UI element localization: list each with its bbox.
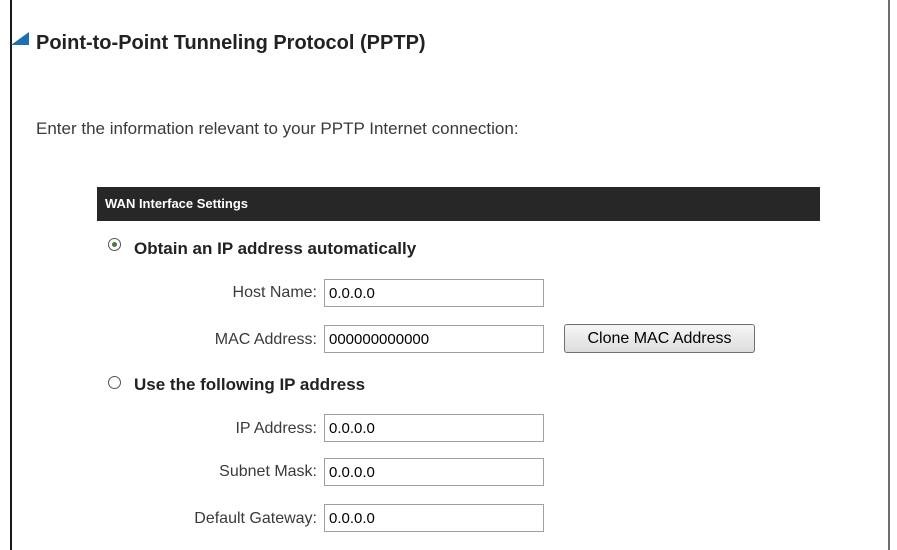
subnet-mask-label: Subnet Mask: [219,463,317,480]
obtain-ip-auto-radio[interactable] [108,238,121,251]
right-frame-border [888,0,890,550]
static-ip-radio[interactable] [108,376,121,389]
title-marker-icon [11,32,29,45]
mac-address-label: MAC Address: [214,331,317,348]
wan-interface-settings-header: WAN Interface Settings [97,187,820,221]
page-title: Point-to-Point Tunneling Protocol (PPTP) [36,32,426,54]
obtain-ip-auto-label[interactable]: Obtain an IP address automatically [134,238,416,260]
host-name-label: Host Name: [232,284,317,301]
ip-address-label: IP Address: [235,420,317,437]
left-frame-border [10,0,12,550]
intro-text: Enter the information relevant to your P… [36,119,519,138]
static-ip-label[interactable]: Use the following IP address [134,374,365,396]
host-name-input[interactable] [324,279,544,307]
subnet-mask-input[interactable] [324,458,544,486]
mac-address-input[interactable] [324,325,544,353]
ip-address-input[interactable] [324,414,544,442]
clone-mac-address-button[interactable]: Clone MAC Address [564,324,755,353]
default-gateway-label: Default Gateway: [194,510,317,527]
default-gateway-input[interactable] [324,504,544,532]
